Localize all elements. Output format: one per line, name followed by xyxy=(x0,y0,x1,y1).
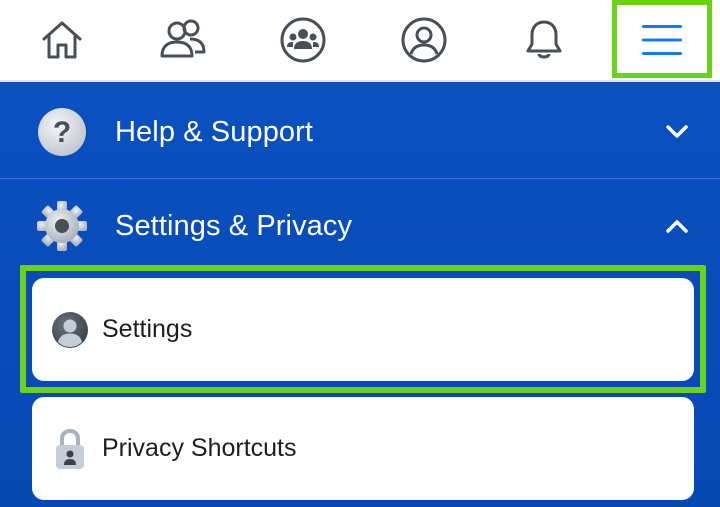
section-divider xyxy=(0,178,720,179)
chevron-up-icon[interactable] xyxy=(664,213,690,239)
profile-icon xyxy=(401,17,447,63)
notifications-icon xyxy=(526,20,562,59)
top-nav-bar xyxy=(0,0,720,82)
help-support-label: Help & Support xyxy=(115,115,314,148)
chevron-down-icon[interactable] xyxy=(664,119,690,145)
nav-groups-button[interactable] xyxy=(253,0,353,80)
nav-home-button[interactable] xyxy=(12,0,112,80)
groups-icon xyxy=(280,17,326,63)
privacy-shortcuts-label: Privacy Shortcuts xyxy=(102,434,297,462)
nav-profile-button[interactable] xyxy=(374,0,474,80)
settings-highlight xyxy=(20,265,706,393)
nav-notifications-button[interactable] xyxy=(494,0,594,80)
question-icon: ? xyxy=(36,106,88,158)
privacy-shortcuts-menu-item[interactable]: Privacy Shortcuts xyxy=(32,397,694,500)
home-icon xyxy=(42,21,82,59)
settings-privacy-label: Settings & Privacy xyxy=(115,209,353,242)
gear-icon xyxy=(36,200,88,252)
lock-icon xyxy=(50,428,90,469)
settings-privacy-row[interactable]: Settings & Privacy xyxy=(0,180,720,272)
nav-friends-button[interactable] xyxy=(133,0,233,80)
help-support-row[interactable]: ? Help & Support xyxy=(0,86,720,178)
friends-icon xyxy=(160,19,206,58)
svg-text:?: ? xyxy=(53,116,71,149)
menu-button-highlight xyxy=(612,0,712,78)
